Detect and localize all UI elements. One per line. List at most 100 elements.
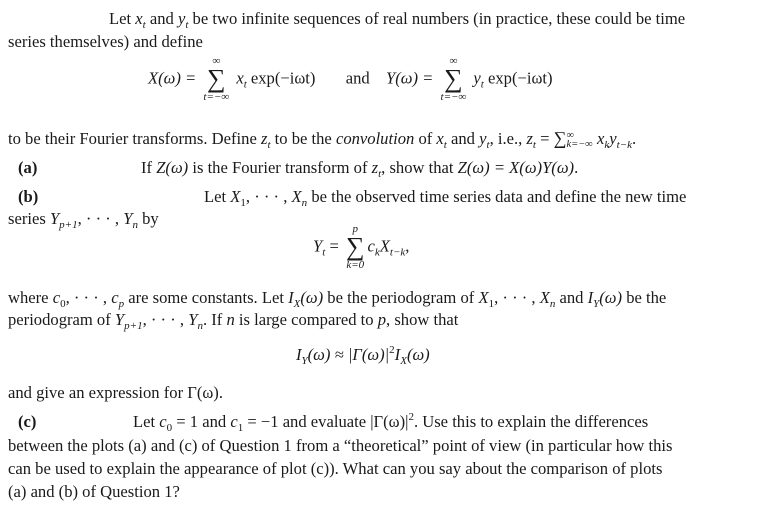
text: and (446, 129, 480, 148)
gamma-expression-line: and give an expression for Γ(ω). (8, 383, 223, 402)
part-c-label: (c) (18, 412, 36, 432)
periodogram-line-1: where c0, · · · , cp are some constants.… (8, 288, 667, 310)
lhs-Y: Y(ω) = (386, 68, 434, 88)
sum-operator: ∞ ∑ t=−∞ (203, 56, 230, 104)
sum-operator: p ∑ k=0 (345, 224, 365, 272)
math-sub: X (400, 355, 407, 367)
text: . (631, 129, 637, 148)
part-c-line-2: between the plots (a) and (c) of Questio… (8, 436, 673, 455)
sum-lower-limit: k=0 (346, 259, 365, 271)
math-var: x (135, 9, 143, 28)
part-c-line-3: can be used to explain the appearance of… (8, 459, 663, 478)
math-var: c (111, 288, 119, 307)
text: , · · · , (245, 187, 292, 206)
intro-line-1: Let xt and yt be two infinite sequences … (109, 9, 685, 31)
part-label: (a) (18, 158, 38, 177)
part-label: (c) (18, 412, 37, 431)
part-b-text-line1: Let X1, · · · , Xn be the observed time … (204, 187, 687, 209)
math-var: c (159, 412, 167, 431)
text: and (145, 9, 178, 28)
exp-term: exp(−iωt) (483, 68, 553, 88)
math-sub: t−k (389, 246, 406, 259)
part-a-text: If Z(ω) is the Fourier transform of zt, … (141, 158, 579, 180)
math-var: n (226, 310, 235, 329)
exp-term: exp(−iωt) (246, 68, 316, 88)
sum-limits: ∞ k=−∞ (566, 130, 593, 151)
math-var: p (377, 310, 387, 329)
sigma-symbol: ∑ (207, 64, 226, 93)
text: Let (204, 187, 231, 206)
emphasis-convolution: convolution (335, 129, 415, 148)
sigma-symbol: ∑ (444, 64, 463, 93)
part-b-text-line2: series Yp+1, · · · , Yn by (8, 209, 159, 231)
math-var: X (539, 288, 550, 307)
text: series (8, 209, 50, 228)
text: be the (622, 288, 667, 307)
text: , · · · , (65, 288, 112, 307)
math-var: Y (114, 310, 125, 329)
text: where (8, 288, 53, 307)
text: Let (133, 412, 160, 431)
math-sub: p+1 (124, 320, 143, 332)
text: be the periodogram of (323, 288, 479, 307)
text: of (414, 129, 437, 148)
math-var: x (236, 68, 244, 88)
math-var: y (473, 68, 481, 88)
text: , show that (386, 310, 459, 329)
text: , (405, 236, 410, 256)
text: = 1 and (172, 412, 231, 431)
text: is the Fourier transform of (188, 158, 372, 177)
sigma-symbol: ∑ (345, 232, 365, 261)
text: is large compared to (234, 310, 378, 329)
lhs-X: X(ω) = (148, 68, 197, 88)
math-var: y (609, 129, 617, 148)
math-expr: (ω) (599, 288, 623, 307)
equals: = (325, 236, 339, 256)
text: , show that (381, 158, 458, 177)
text: Let (109, 9, 136, 28)
sum-lower-limit: k=−∞ (566, 139, 593, 151)
math-expr: Z(ω) = X(ω)Y(ω) (457, 158, 575, 177)
text: and (555, 288, 588, 307)
math-var: x (436, 129, 444, 148)
fourier-definitions-equation: X(ω) = ∞ ∑ t=−∞ xt exp(−iωt) and Y(ω) = … (148, 56, 553, 104)
text: , · · · , (494, 288, 540, 307)
math-var: y (479, 129, 487, 148)
math-sub: p+1 (59, 219, 78, 231)
math-expr: Z(ω) (156, 158, 189, 177)
math-var: X (379, 236, 390, 256)
part-b-label: (b) (18, 187, 38, 207)
text: by (137, 209, 159, 228)
text: . If (202, 310, 227, 329)
text: , · · · , (142, 310, 189, 329)
text: be the observed time series data and def… (307, 187, 687, 206)
math-var: X (478, 288, 489, 307)
text: . (574, 158, 579, 177)
periodogram-line-2: periodogram of Yp+1, · · · , Yn. If n is… (8, 310, 459, 332)
intro-line-2: series themselves) and define (8, 32, 203, 51)
math-var: c (367, 236, 375, 256)
part-c-line-1: Let c0 = 1 and c1 = −1 and evaluate |Γ(ω… (133, 412, 648, 434)
math-expr: (ω) (406, 345, 430, 364)
text: = −1 and evaluate |Γ(ω)| (243, 412, 409, 431)
math-var: X (291, 187, 302, 206)
sum-lower-limit: t=−∞ (440, 91, 467, 103)
math-expr: (ω) (300, 288, 324, 307)
text: to be the (270, 129, 336, 148)
sigma-symbol: ∑ (553, 128, 567, 148)
text: If (141, 158, 157, 177)
text: , i.e., (489, 129, 527, 148)
part-c-line-4: (a) and (b) of Question 1? (8, 482, 180, 501)
math-sub: t−k (616, 139, 632, 151)
sum-operator: ∞ ∑ t=−∞ (440, 56, 467, 104)
convolution-definition-line: to be their Fourier transforms. Define z… (8, 128, 637, 151)
text: = (535, 129, 554, 148)
text: are some constants. Let (124, 288, 289, 307)
text: , · · · , (77, 209, 124, 228)
math-var: c (52, 288, 61, 307)
math-expr: (ω) ≈ |Γ(ω)| (307, 345, 390, 364)
math-var: X (230, 187, 241, 206)
sum-lower-limit: t=−∞ (203, 91, 230, 103)
math-var: c (230, 412, 238, 431)
math-var: Y (49, 209, 60, 228)
